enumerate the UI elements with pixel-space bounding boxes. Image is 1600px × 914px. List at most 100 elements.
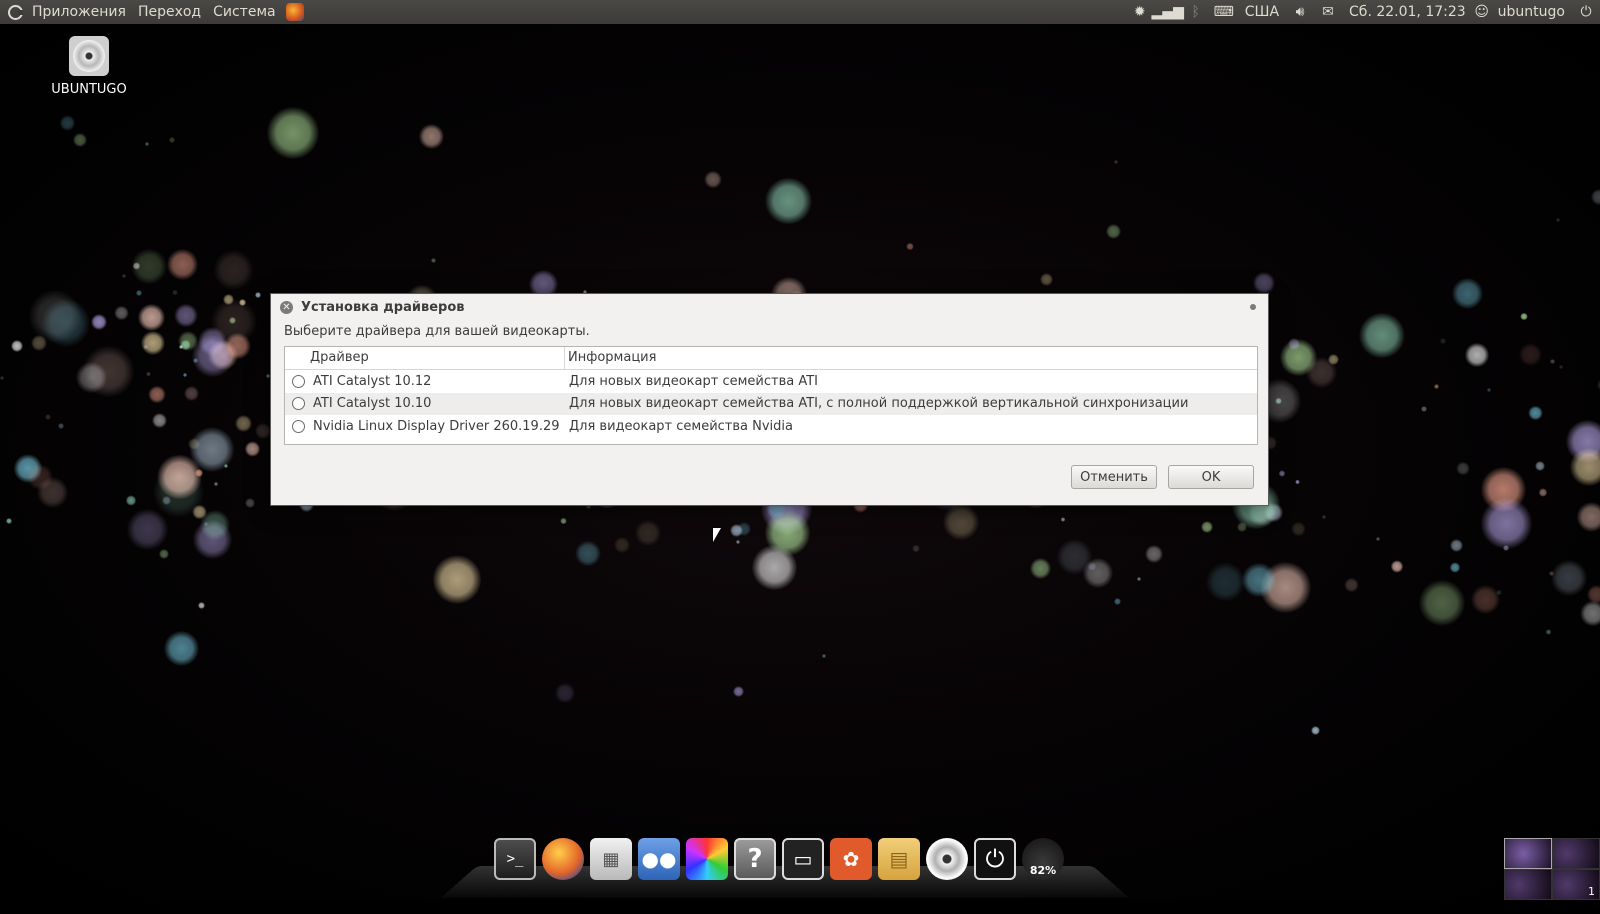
bokeh-light [1452, 278, 1482, 308]
dialog-titlebar[interactable]: ✕ Установка драйверов [271, 294, 1268, 320]
bokeh-light [1570, 448, 1600, 486]
bokeh-light [1260, 562, 1311, 613]
mouse-cursor-icon [713, 528, 721, 542]
bokeh-light [1137, 577, 1141, 581]
bokeh-light [1450, 539, 1463, 552]
bokeh-light [193, 520, 232, 559]
bokeh-light [214, 482, 218, 486]
bokeh-light [1496, 590, 1501, 595]
workspace-3[interactable] [1504, 869, 1552, 900]
bokeh-light [1061, 517, 1066, 522]
dialog-buttons: Отменить OK [1071, 465, 1254, 489]
menu-places[interactable]: Переход [132, 0, 207, 24]
driver-info: Для новых видеокарт семейства ATI [565, 374, 1257, 389]
bokeh-light [146, 372, 150, 376]
bokeh-light [167, 249, 198, 280]
bokeh-light [224, 333, 250, 359]
column-header-info[interactable]: Информация [565, 347, 1257, 369]
bokeh-light [1551, 560, 1587, 596]
dvd-icon [69, 36, 109, 76]
bluetooth-icon[interactable]: ᛒ [1182, 0, 1210, 24]
bokeh-light [1344, 578, 1359, 593]
bokeh-light [1391, 560, 1404, 573]
bokeh-light [1237, 522, 1247, 532]
bokeh-light [255, 292, 261, 298]
bokeh-light [783, 504, 795, 516]
bokeh-light [906, 243, 913, 250]
desktop-dvd-icon[interactable]: UBUNTUGO [44, 36, 134, 97]
bokeh-light [6, 518, 12, 524]
color-picker-icon[interactable] [686, 838, 728, 880]
table-row[interactable]: ATI Catalyst 10.10 Для новых видеокарт с… [285, 393, 1257, 416]
menu-system[interactable]: Система [207, 0, 281, 24]
bokeh-light [164, 631, 199, 666]
network-signal-icon[interactable]: ▂▄▆ [1154, 0, 1182, 24]
keyboard-icon[interactable]: ⌨ [1210, 0, 1238, 24]
keyboard-layout[interactable]: США [1238, 4, 1286, 20]
user-name[interactable]: ubuntugo [1491, 4, 1572, 20]
bokeh-light [255, 423, 271, 439]
bokeh-light [76, 362, 108, 394]
bokeh-light [1481, 467, 1526, 512]
dock: >_ ▦ ●● ? ▭ ✿ ▤ ⏻ 82% [494, 838, 1064, 880]
firefox-launcher-icon[interactable] [286, 3, 304, 21]
power-icon[interactable]: ⏻ [974, 838, 1016, 880]
bokeh-light [1145, 545, 1163, 563]
workspace-4[interactable]: 1 [1552, 869, 1600, 900]
menu-applications[interactable]: Приложения [26, 0, 132, 24]
bokeh-light [1577, 502, 1600, 531]
bokeh-light [1040, 273, 1053, 286]
bokeh-light [162, 496, 171, 505]
bokeh-light [1083, 558, 1113, 588]
system-monitor-icon[interactable]: 82% [1022, 838, 1064, 880]
table-header: Драйвер Информация [285, 347, 1257, 370]
bokeh-light [223, 294, 234, 305]
column-header-driver[interactable]: Драйвер [285, 347, 565, 369]
bokeh-light [555, 683, 575, 703]
workspace-1[interactable] [1504, 838, 1552, 869]
dvd-icon[interactable] [926, 838, 968, 880]
calculator-icon[interactable]: ▦ [590, 838, 632, 880]
driver-radio[interactable] [292, 397, 305, 410]
power-icon[interactable]: ⏻ [1572, 0, 1600, 24]
settings-icon[interactable]: ✹ [1126, 0, 1154, 24]
chat-icon[interactable]: ●● [638, 838, 680, 880]
table-row[interactable]: Nvidia Linux Display Driver 260.19.29 Дл… [285, 415, 1257, 438]
driver-name: ATI Catalyst 10.10 [313, 396, 431, 411]
bokeh-light [145, 142, 149, 146]
bokeh-light [1456, 462, 1470, 476]
driver-radio[interactable] [292, 375, 305, 388]
bokeh-light [1376, 537, 1380, 541]
mail-icon[interactable]: ✉ [1314, 0, 1342, 24]
user-icon[interactable]: ☺ [1473, 0, 1491, 24]
show-desktop-icon[interactable]: ▭ [782, 838, 824, 880]
window-menu-icon[interactable] [1250, 304, 1256, 310]
ok-button[interactable]: OK [1168, 465, 1254, 489]
bokeh-light [138, 304, 166, 332]
bokeh-light [1114, 598, 1121, 605]
bokeh-light [152, 413, 167, 428]
clock[interactable]: Сб. 22.01, 17:23 [1342, 4, 1473, 20]
driver-radio[interactable] [292, 420, 305, 433]
driver-install-dialog: ✕ Установка драйверов Выберите драйвера … [270, 293, 1269, 506]
bokeh-light [27, 464, 53, 490]
cancel-button[interactable]: Отменить [1071, 465, 1157, 489]
bokeh-light [184, 386, 199, 401]
bokeh-light [1421, 406, 1427, 412]
bokeh-light [239, 299, 246, 306]
terminal-icon[interactable]: >_ [494, 838, 536, 880]
close-icon[interactable]: ✕ [280, 301, 293, 314]
bokeh-light [172, 290, 177, 295]
volume-icon[interactable]: 🔊︎ [1286, 0, 1314, 24]
folder-icon[interactable]: ▤ [878, 838, 920, 880]
firefox-icon[interactable] [542, 838, 584, 880]
bokeh-light [635, 520, 661, 546]
bokeh-light [1253, 272, 1275, 294]
table-row[interactable]: ATI Catalyst 10.12 Для новых видеокарт с… [285, 370, 1257, 393]
bokeh-light [178, 331, 198, 351]
help-icon[interactable]: ? [734, 838, 776, 880]
workspace-2[interactable] [1552, 838, 1600, 869]
bokeh-light [31, 335, 47, 351]
ubuntu-software-icon[interactable]: ✿ [830, 838, 872, 880]
bokeh-light [752, 545, 797, 590]
